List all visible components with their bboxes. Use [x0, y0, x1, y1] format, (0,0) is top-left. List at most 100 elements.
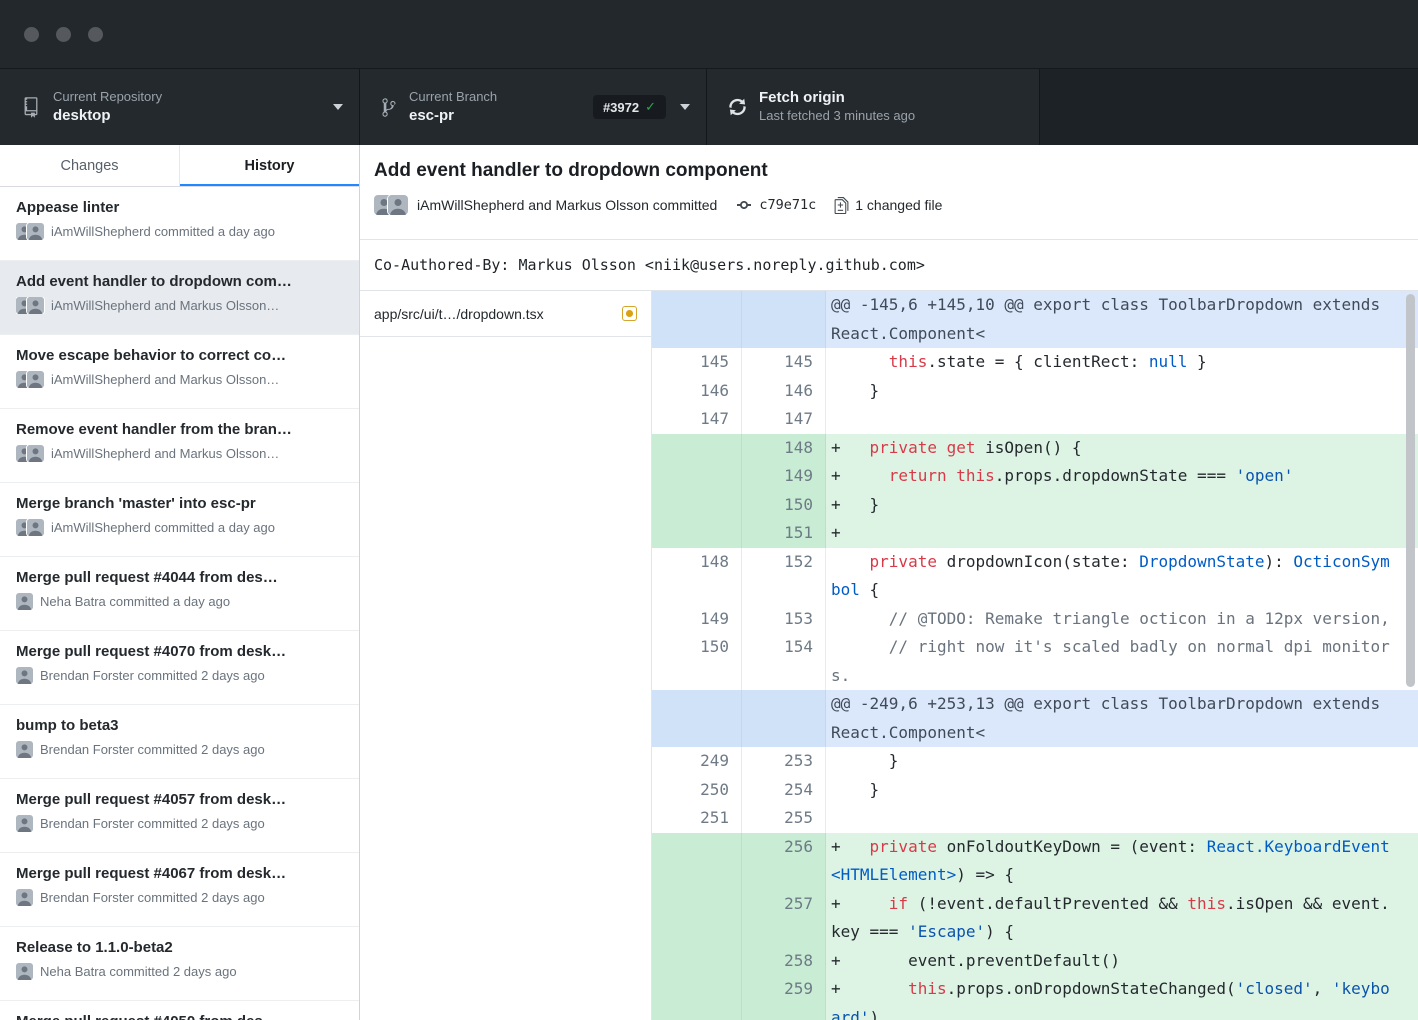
new-line-number: 149: [742, 462, 826, 491]
history-commit-item[interactable]: Release to 1.1.0-beta2Neha Batra committ…: [0, 927, 359, 1001]
diff-code-line: + private onFoldoutKeyDown = (event: Rea…: [826, 833, 1418, 890]
tab-history[interactable]: History: [180, 145, 359, 186]
avatar-icon: [27, 371, 44, 388]
file-list-item[interactable]: app/src/ui/t…/dropdown.tsx: [360, 291, 651, 337]
diff-code-line: @@ -145,6 +145,10 @@ export class Toolba…: [826, 291, 1418, 348]
diff-code-line: +: [826, 519, 1418, 548]
old-line-number: 150: [652, 633, 742, 690]
new-line-number: 147: [742, 405, 826, 434]
scrollbar-thumb[interactable]: [1406, 294, 1415, 687]
history-commit-title: Merge pull request #4050 from des…: [16, 1013, 343, 1020]
new-line-number: 259: [742, 975, 826, 1020]
history-commit-item[interactable]: Add event handler to dropdown com…iAmWil…: [0, 261, 359, 335]
diff-row: @@ -145,6 +145,10 @@ export class Toolba…: [652, 291, 1418, 348]
old-line-number: 147: [652, 405, 742, 434]
diff-row: 251255: [652, 804, 1418, 833]
fetch-subtitle: Last fetched 3 minutes ago: [759, 108, 915, 125]
new-line-number: 146: [742, 377, 826, 406]
diff-code-line: }: [826, 747, 1418, 776]
old-line-number: [652, 491, 742, 520]
git-commit-icon: [735, 197, 753, 213]
history-commit-meta: Neha Batra committed a day ago: [16, 593, 343, 610]
new-line-number: 254: [742, 776, 826, 805]
sidebar: Changes History Appease linteriAmWillShe…: [0, 145, 360, 1020]
history-commit-item[interactable]: Merge pull request #4067 from desk… Brend…: [0, 853, 359, 927]
commit-sha: c79e71c: [759, 197, 816, 213]
new-line-number: 148: [742, 434, 826, 463]
new-line-number: [742, 690, 826, 747]
old-line-number: 146: [652, 377, 742, 406]
history-commit-item[interactable]: Merge pull request #4044 from des…Neha B…: [0, 557, 359, 631]
avatar-icon: [16, 593, 33, 610]
file-list: app/src/ui/t…/dropdown.tsx: [360, 291, 652, 1020]
history-commit-item[interactable]: Merge pull request #4050 from des…: [0, 1001, 359, 1020]
tab-changes[interactable]: Changes: [0, 145, 180, 186]
history-commit-item[interactable]: Merge pull request #4070 from desk…Brend…: [0, 631, 359, 705]
new-line-number: 258: [742, 947, 826, 976]
fetch-origin-button[interactable]: Fetch origin Last fetched 3 minutes ago: [707, 69, 1040, 145]
close-button[interactable]: [24, 27, 39, 42]
repository-name: desktop: [53, 106, 162, 126]
diff-code-line: private dropdownIcon(state: DropdownStat…: [826, 548, 1418, 605]
diff-code-line: + return this.props.dropdownState === 'o…: [826, 462, 1418, 491]
new-line-number: 145: [742, 348, 826, 377]
old-line-number: [652, 890, 742, 947]
diff-row: 257+ if (!event.defaultPrevented && this…: [652, 890, 1418, 947]
history-commit-item[interactable]: Merge branch 'master' into esc-priAmWill…: [0, 483, 359, 557]
old-line-number: 250: [652, 776, 742, 805]
diff-row: 150+ }: [652, 491, 1418, 520]
branch-label: Current Branch: [409, 89, 497, 106]
new-line-number: 151: [742, 519, 826, 548]
changed-file-count: 1 changed file: [855, 197, 942, 213]
commit-byline-avatars: [374, 195, 408, 215]
history-commit-item[interactable]: bump to beta3Brendan Forster committed 2…: [0, 705, 359, 779]
avatar-icon: [16, 667, 33, 684]
new-line-number: 256: [742, 833, 826, 890]
diff-row: 250254 }: [652, 776, 1418, 805]
minimize-button[interactable]: [56, 27, 71, 42]
diff-code-line: + private get isOpen() {: [826, 434, 1418, 463]
diff-row: 147147: [652, 405, 1418, 434]
history-commit-meta: iAmWillShepherd and Markus Olsson…: [16, 297, 343, 314]
branch-picker[interactable]: Current Branch esc-pr #3972✓: [360, 69, 707, 145]
file-path: app/src/ui/t…/dropdown.tsx: [374, 306, 544, 322]
new-line-number: 253: [742, 747, 826, 776]
diff-code-line: // @TODO: Remake triangle octicon in a 1…: [826, 605, 1418, 634]
app-window: Current Repository desktop Current Branc…: [0, 0, 1418, 1020]
chevron-down-icon: [333, 104, 343, 110]
repository-label: Current Repository: [53, 89, 162, 106]
avatar-icon: [27, 297, 44, 314]
history-commit-item[interactable]: Move escape behavior to correct co… iAmWi…: [0, 335, 359, 409]
old-line-number: [652, 434, 742, 463]
repository-picker[interactable]: Current Repository desktop: [0, 69, 360, 145]
git-branch-icon: [382, 97, 396, 118]
diff-row: 256+ private onFoldoutKeyDown = (event: …: [652, 833, 1418, 890]
history-commit-item[interactable]: Appease linteriAmWillShepherd committed …: [0, 187, 359, 261]
diff-code-line: }: [826, 377, 1418, 406]
diff-area: app/src/ui/t…/dropdown.tsx @@ -145,6 +14…: [360, 291, 1418, 1020]
history-list: Appease linteriAmWillShepherd committed …: [0, 187, 359, 1020]
history-commit-meta: iAmWillShepherd and Markus Olsson…: [16, 371, 343, 388]
old-line-number: 251: [652, 804, 742, 833]
old-line-number: [652, 462, 742, 491]
history-commit-meta: Brendan Forster committed 2 days ago: [16, 889, 343, 906]
history-commit-meta: iAmWillShepherd and Markus Olsson…: [16, 445, 343, 462]
history-commit-title: Remove event handler from the bran…: [16, 421, 343, 438]
commit-byline: iAmWillShepherd and Markus Olsson commit…: [417, 197, 717, 213]
history-commit-title: Merge pull request #4067 from desk…: [16, 865, 343, 882]
diff-code-line: @@ -249,6 +253,13 @@ export class Toolba…: [826, 690, 1418, 747]
zoom-button[interactable]: [88, 27, 103, 42]
history-commit-title: Move escape behavior to correct co…: [16, 347, 343, 364]
diff-code-line: + }: [826, 491, 1418, 520]
avatar-icon: [16, 889, 33, 906]
toolbar: Current Repository desktop Current Branc…: [0, 68, 1418, 145]
diff-row: 148152 private dropdownIcon(state: Dropd…: [652, 548, 1418, 605]
diff-row: @@ -249,6 +253,13 @@ export class Toolba…: [652, 690, 1418, 747]
history-commit-item[interactable]: Remove event handler from the bran… iAmWi…: [0, 409, 359, 483]
diff-row: 149153 // @TODO: Remake triangle octicon…: [652, 605, 1418, 634]
history-commit-meta: Neha Batra committed 2 days ago: [16, 963, 343, 980]
history-commit-title: Merge branch 'master' into esc-pr: [16, 495, 343, 512]
commit-header: Add event handler to dropdown component …: [360, 145, 1418, 240]
history-commit-meta: Brendan Forster committed 2 days ago: [16, 741, 343, 758]
history-commit-item[interactable]: Merge pull request #4057 from desk…Brend…: [0, 779, 359, 853]
